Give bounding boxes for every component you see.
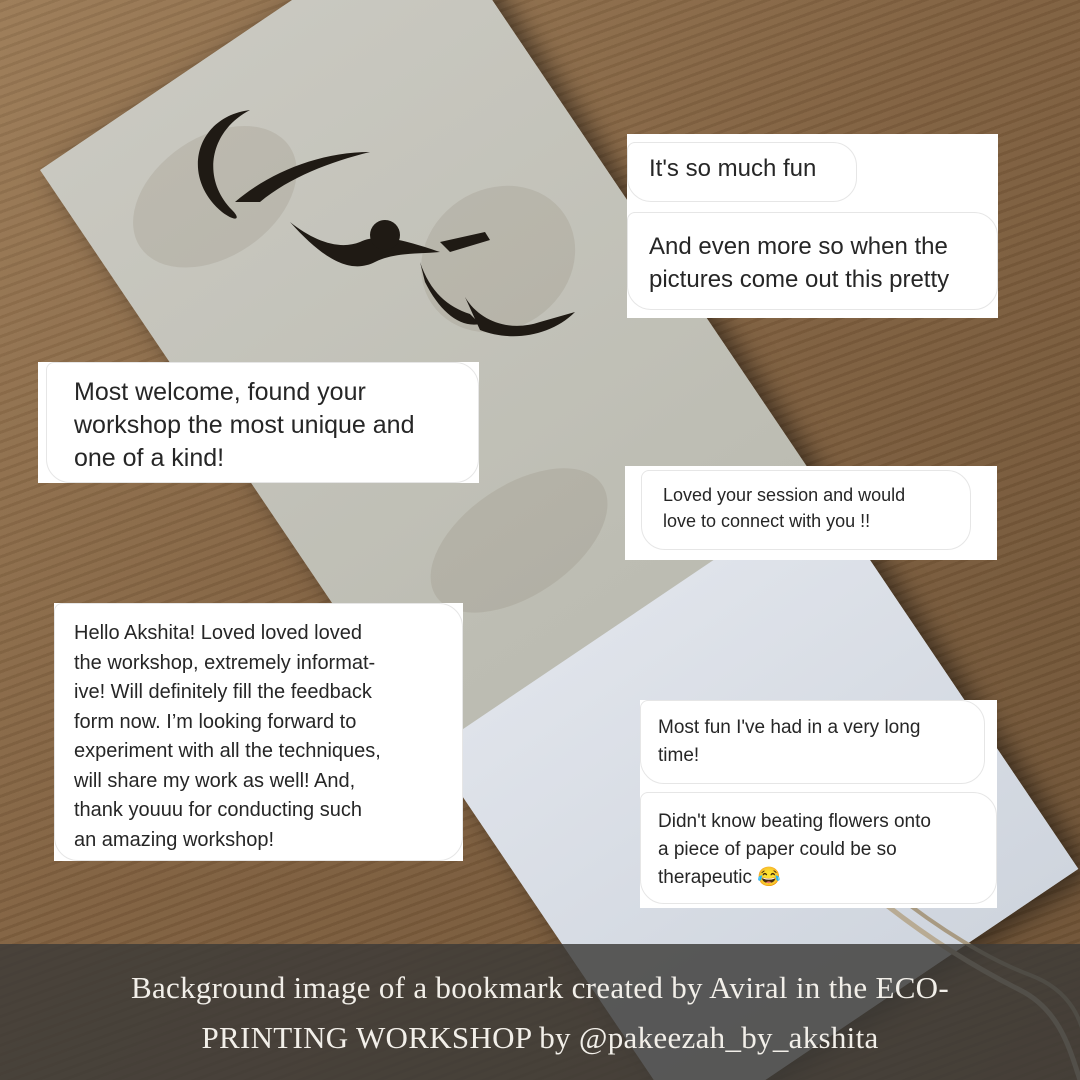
message-text: Didn't know beating flowers onto a piece… (658, 811, 931, 888)
message-text: It's so much fun (649, 155, 817, 182)
ink-figure-artwork (197, 110, 575, 337)
message-text: And even more so when the pictures come … (649, 233, 950, 293)
background-photo: It's so much fun And even more so when t… (0, 0, 1080, 1080)
chat-screenshot-session: Loved your session and would love to con… (625, 466, 997, 560)
chat-screenshot-flowers: Most fun I've had in a very long time! D… (640, 700, 997, 908)
chat-screenshot-welcome: Most welcome, found your workshop the mo… (38, 362, 479, 483)
message-text: Hello Akshita! Loved loved loved the wor… (74, 622, 381, 851)
chat-screenshot-hello: Hello Akshita! Loved loved loved the wor… (54, 603, 463, 861)
chat-screenshot-fun: It's so much fun And even more so when t… (627, 134, 998, 318)
caption-line-2: PRINTING WORKSHOP by @pakeezah_by_akshit… (201, 1020, 879, 1055)
message-text: Loved your session and would love to con… (663, 485, 906, 531)
caption-bar: Background image of a bookmark created b… (0, 944, 1080, 1080)
message-text: Most welcome, found your workshop the mo… (74, 378, 415, 472)
caption-line-1: Background image of a bookmark created b… (130, 970, 949, 1005)
message-text: Most fun I've had in a very long time! (658, 717, 921, 766)
